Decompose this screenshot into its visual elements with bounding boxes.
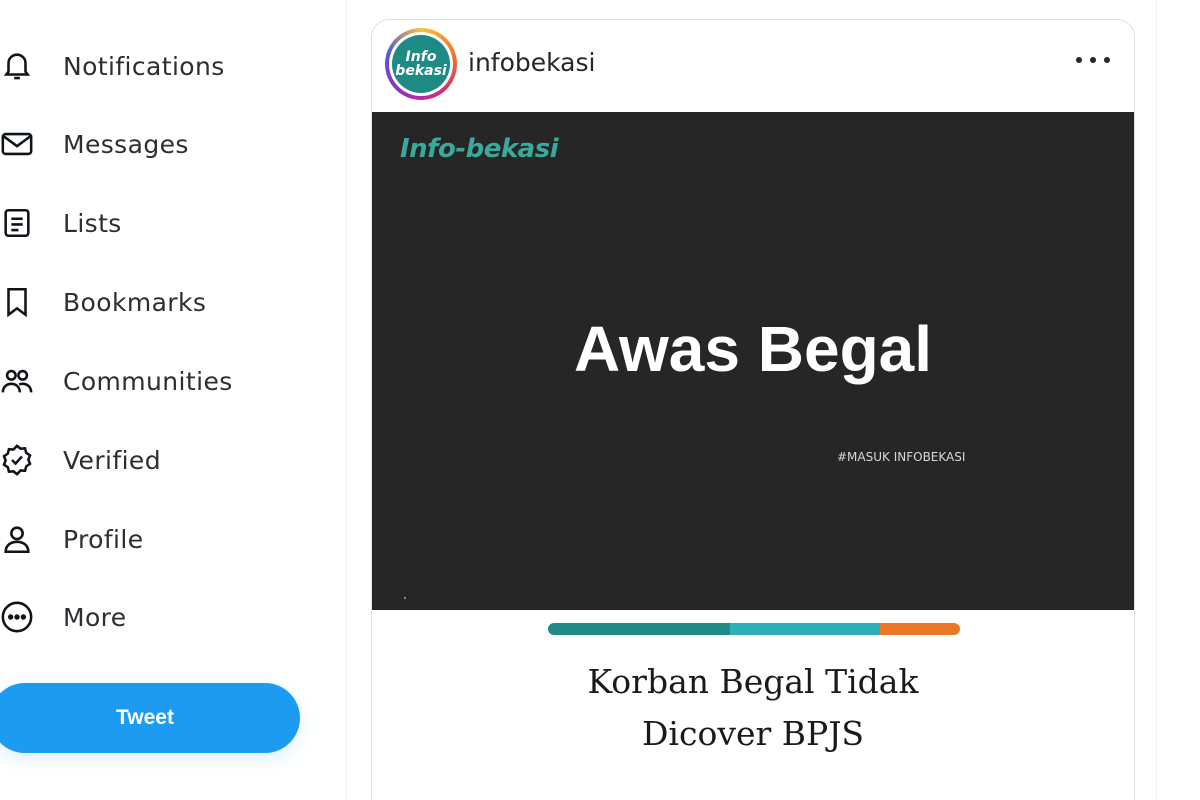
accent-bar-teal-dark xyxy=(548,623,730,635)
people-icon xyxy=(0,363,36,399)
accent-bar-orange xyxy=(880,623,960,635)
brand-logo: Info-bekasi xyxy=(400,134,559,164)
column-divider xyxy=(1156,0,1157,800)
accent-bar-teal-light xyxy=(730,623,880,635)
sidebar-item-label: Profile xyxy=(63,524,144,554)
post-username[interactable]: infobekasi xyxy=(468,48,595,77)
list-icon xyxy=(0,205,36,241)
envelope-icon xyxy=(0,126,36,162)
sidebar-item-label: More xyxy=(63,602,127,632)
person-icon xyxy=(0,521,36,557)
sidebar-item-label: Verified xyxy=(63,445,161,475)
more-options-icon[interactable] xyxy=(1076,50,1110,70)
bookmark-icon xyxy=(0,284,36,320)
column-divider xyxy=(346,0,347,800)
sidebar-item-label: Communities xyxy=(63,366,233,396)
post-header: Info bekasi infobekasi xyxy=(372,20,1134,112)
sidebar-item-label: Messages xyxy=(63,129,189,159)
sidebar-item-label: Notifications xyxy=(63,51,225,81)
avatar-text: bekasi xyxy=(395,63,447,79)
media-headline: Awas Begal xyxy=(573,313,933,385)
more-circle-icon xyxy=(0,599,36,635)
caption-line: Korban Begal Tidak xyxy=(587,662,919,701)
sidebar-item-label: Lists xyxy=(63,208,122,238)
caption-line: Dicover BPJS xyxy=(641,714,865,753)
verified-badge-icon xyxy=(0,442,36,478)
embedded-post-card[interactable]: Info bekasi infobekasi Info-bekasi Awas … xyxy=(371,19,1135,800)
post-caption: Korban Begal Tidak Dicover BPJS xyxy=(372,656,1134,760)
sidebar-nav: Notifications Messages Lists Bookmarks C… xyxy=(0,0,346,800)
avatar-text: Info xyxy=(405,49,437,65)
media-hashtag: #MASUK INFOBEKASI xyxy=(837,450,966,464)
avatar[interactable]: Info bekasi xyxy=(385,28,457,100)
media-decoration xyxy=(404,597,406,599)
bell-icon xyxy=(0,48,36,84)
post-media[interactable]: Info-bekasi Awas Begal #MASUK INFOBEKASI xyxy=(372,112,1134,610)
sidebar-item-label: Bookmarks xyxy=(63,287,207,317)
tweet-button[interactable]: Tweet xyxy=(0,683,300,753)
